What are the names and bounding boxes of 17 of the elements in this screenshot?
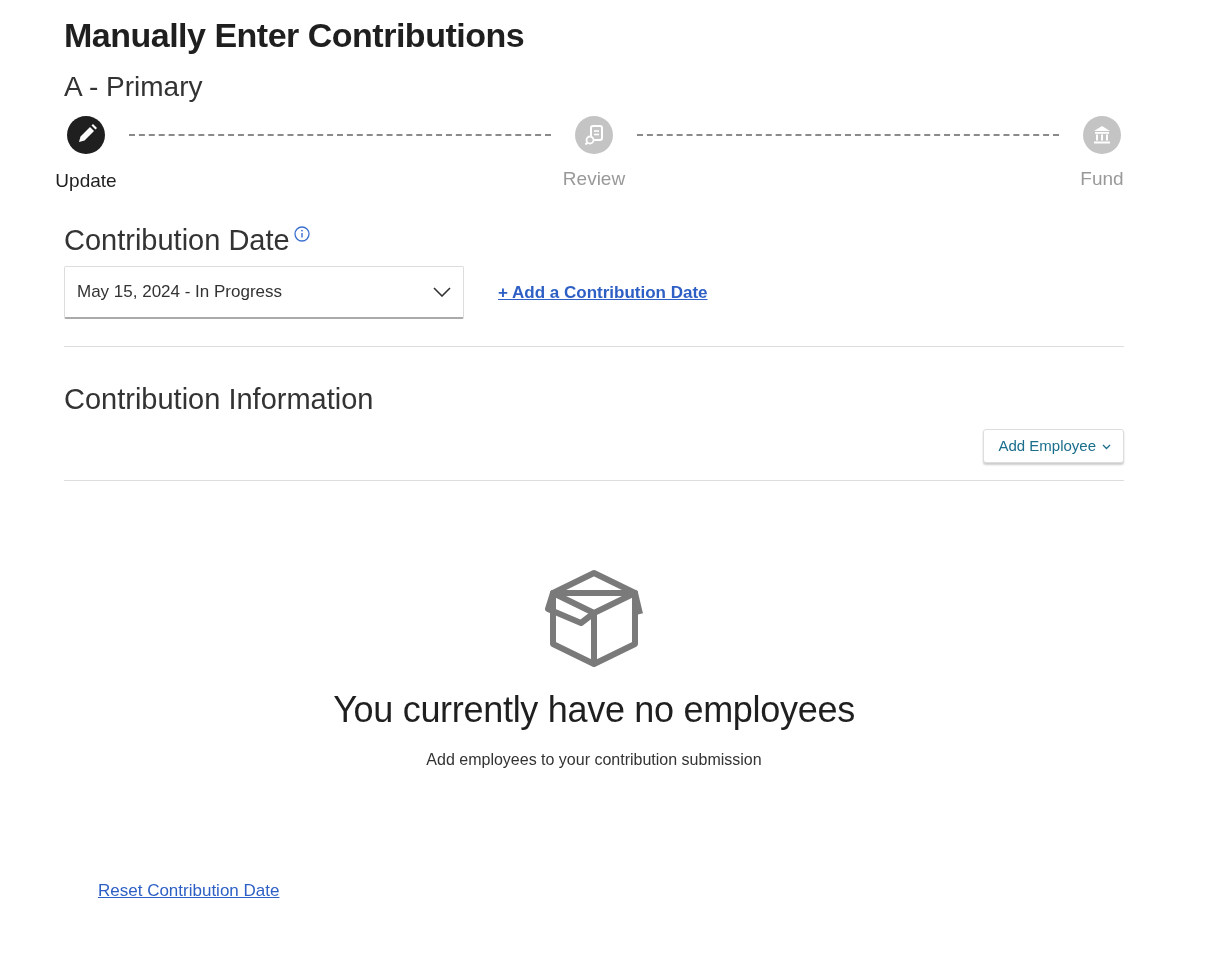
page-subtitle: A - Primary bbox=[64, 70, 204, 104]
step-label: Update bbox=[55, 170, 117, 192]
step-label: Review bbox=[562, 168, 626, 190]
page-title: Manually Enter Contributions bbox=[64, 15, 526, 56]
open-box-icon bbox=[545, 569, 643, 667]
section-heading: Contribution Information bbox=[64, 382, 374, 417]
step-label: Fund bbox=[1080, 168, 1124, 190]
empty-state-message: Add employees to your contribution submission bbox=[426, 751, 762, 769]
section-heading: Contribution Date bbox=[64, 223, 290, 258]
chevron-down-icon bbox=[433, 287, 451, 297]
info-icon bbox=[293, 226, 310, 242]
add-employee-button[interactable]: Add Employee bbox=[983, 429, 1124, 463]
add-date-link[interactable]: + Add a Contribution Date bbox=[498, 282, 708, 303]
caret-icon bbox=[1102, 444, 1111, 450]
empty-state-title: You currently have no employees bbox=[333, 689, 855, 731]
date-dropdown[interactable]: May 15, 2024 - In Progress bbox=[64, 266, 464, 319]
reset-date-link[interactable]: Reset Contribution Date bbox=[98, 881, 280, 901]
